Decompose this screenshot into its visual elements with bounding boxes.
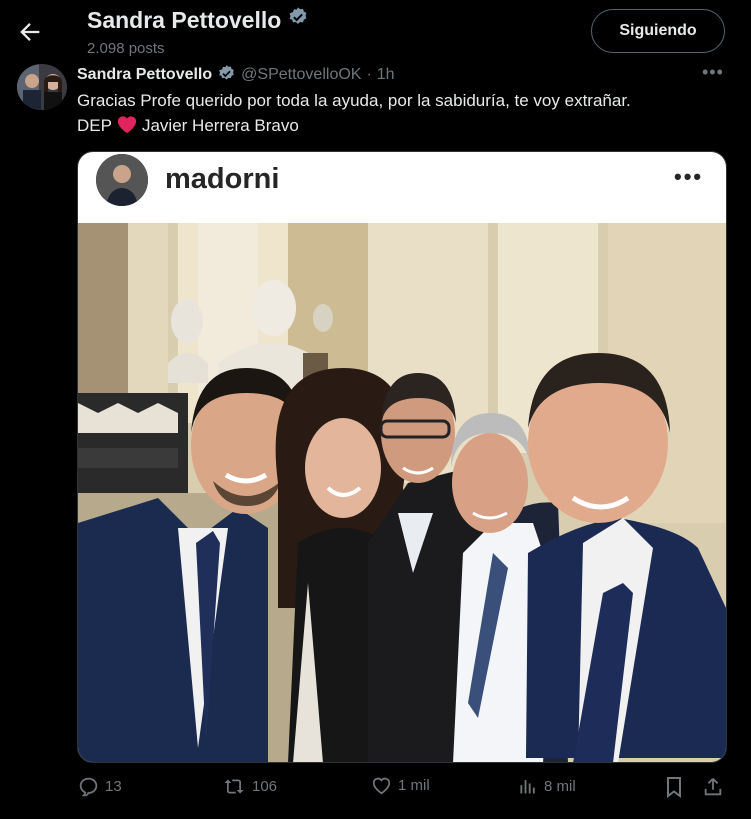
repost-count: 106 — [252, 778, 278, 795]
views-button[interactable]: 8 mil — [518, 776, 576, 796]
reply-icon — [79, 777, 98, 797]
repost-icon — [224, 779, 244, 794]
author-handle[interactable]: @SPettovelloOK — [241, 66, 361, 84]
meta-separator: · — [366, 66, 372, 83]
profile-name: Sandra Pettovello — [87, 6, 282, 33]
verified-badge-icon — [287, 6, 309, 34]
tweet-text-line-1: Gracias Profe querido por toda la ayuda,… — [77, 91, 631, 110]
more-options-icon[interactable]: ••• — [702, 62, 724, 83]
tweet-meta: Sandra Pettovello @SPettovelloOK · 1h — [77, 62, 395, 88]
share-icon — [704, 778, 722, 796]
profile-title: Sandra Pettovello — [87, 6, 309, 34]
like-count: 1 mil — [398, 777, 430, 794]
repost-button[interactable]: 106 — [222, 776, 277, 797]
instagram-header: madorni ••• — [78, 152, 726, 223]
tweet-text-name: Javier Herrera Bravo — [141, 116, 299, 135]
share-button[interactable] — [702, 776, 730, 798]
author-name[interactable]: Sandra Pettovello — [77, 66, 212, 84]
tweet-text-dep: DEP — [77, 116, 112, 135]
instagram-avatar — [96, 154, 148, 206]
tweet-text-line-2: DEP Javier Herrera Bravo — [77, 113, 737, 141]
author-avatar[interactable] — [17, 64, 67, 110]
top-bar: Sandra Pettovello 2.098 posts Siguiendo — [0, 0, 751, 62]
like-button[interactable]: 1 mil — [371, 776, 430, 795]
views-chart-icon — [520, 780, 535, 794]
reply-button[interactable]: 13 — [78, 776, 122, 797]
back-arrow-icon[interactable] — [16, 18, 44, 46]
instagram-more-icon: ••• — [674, 164, 704, 189]
bookmark-button[interactable] — [664, 776, 690, 798]
post-count: 2.098 posts — [87, 40, 165, 57]
group-selfie-photo — [78, 223, 726, 762]
media-image[interactable]: madorni ••• — [77, 151, 727, 763]
like-heart-icon — [372, 777, 391, 795]
instagram-username: madorni — [165, 163, 280, 195]
post-time[interactable]: 1h — [377, 66, 395, 84]
tweet-text: Gracias Profe querido por toda la ayuda,… — [77, 88, 737, 141]
following-button[interactable]: Siguiendo — [591, 9, 725, 53]
action-bar: 13 106 1 mil 8 mil — [0, 770, 751, 810]
red-heart-icon — [116, 114, 138, 141]
reply-count: 13 — [105, 778, 122, 795]
views-count: 8 mil — [544, 777, 576, 795]
bookmark-icon — [667, 777, 681, 798]
verified-badge-icon — [217, 64, 236, 88]
